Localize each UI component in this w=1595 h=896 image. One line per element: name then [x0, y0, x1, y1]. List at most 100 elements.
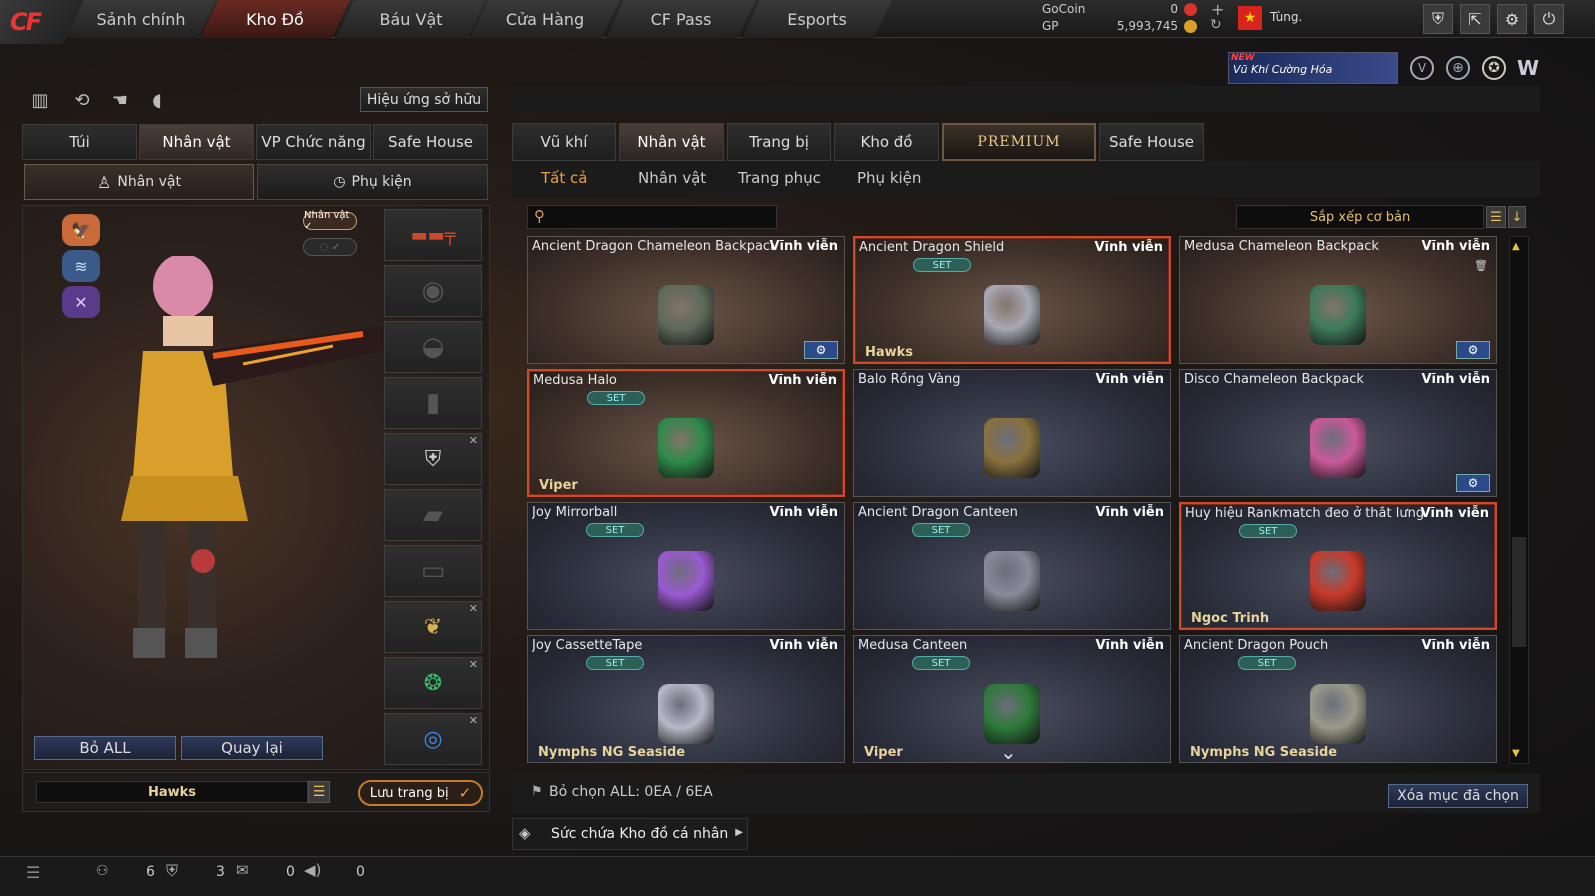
w-logo-icon[interactable]: W [1515, 56, 1541, 80]
close-icon[interactable]: ✕ [469, 714, 478, 727]
promo-banner[interactable]: NEW Vũ Khí Cường Hóa [1228, 52, 1398, 84]
speaker-icon[interactable]: ◀) [304, 861, 321, 879]
slot-accessory-1[interactable]: ❦ ✕ [384, 601, 482, 653]
gear-icon[interactable]: ⚙ [804, 341, 838, 359]
slot-accessory-3[interactable]: ◎ ✕ [384, 713, 482, 765]
right-tab-2[interactable]: Trang bị [727, 123, 831, 161]
scroll-up-icon[interactable]: ▲ [1512, 241, 1520, 252]
deselect-text[interactable]: Bỏ chọn ALL: 0EA / 6EA [549, 784, 713, 800]
sort-dropdown[interactable]: Sắp xếp cơ bản [1236, 205, 1484, 229]
item-card[interactable]: Disco Chameleon Backpack Vĩnh viễn ⚙ [1179, 369, 1497, 497]
search-input[interactable]: ⚲ [527, 205, 777, 229]
badge-icon[interactable]: ✪ [1482, 56, 1506, 80]
hand-icon[interactable]: ☚ [108, 88, 132, 112]
item-card[interactable]: Ancient Dragon Shield Vĩnh viễn SET Hawks [853, 236, 1171, 364]
right-subtab-1[interactable]: Nhân vật [638, 169, 706, 191]
power-icon[interactable]: ⏻ [1534, 4, 1564, 34]
refresh-icon[interactable]: ↻ [1210, 17, 1222, 33]
scroll-down-icon[interactable]: ▼ [1512, 748, 1520, 759]
search-icon: ⚲ [534, 207, 545, 225]
back-button[interactable]: Quay lại [181, 736, 323, 760]
nav-tab-0[interactable]: Sảnh chính [66, 0, 216, 38]
item-card[interactable]: Joy CassetteTape Vĩnh viễn SET Nymphs NG Se… [527, 635, 845, 763]
friends-icon[interactable]: ⚇ [96, 863, 109, 879]
character-badge[interactable]: Nhân vật ✓ [303, 210, 357, 232]
team-swat-icon[interactable]: ≋ [62, 250, 100, 282]
item-card[interactable]: Ancient Dragon Pouch Vĩnh viễn SET Nymphs N… [1179, 635, 1497, 763]
chevron-down-icon[interactable]: ⌄ [1000, 740, 1017, 764]
gear-icon[interactable]: ⚙ [1456, 341, 1490, 359]
gear-icon[interactable]: ⚙ [1456, 474, 1490, 492]
team-name-field[interactable]: Hawks [36, 781, 308, 803]
nav-tab-1[interactable]: Kho Đồ [200, 0, 350, 38]
globe-icon[interactable]: ⊕ [1446, 56, 1470, 80]
item-duration: Vĩnh viễn [769, 239, 838, 254]
item-card[interactable]: Ancient Dragon Chameleon Backpack Vĩnh vi… [527, 236, 845, 364]
mouse-icon[interactable]: ◖ [145, 88, 169, 112]
slot-back[interactable]: ▮ [384, 377, 482, 429]
owned-effects-button[interactable]: Hiệu ứng sở hữu [360, 87, 488, 112]
nav-tab-5[interactable]: Esports [742, 0, 892, 38]
trash-icon[interactable]: 🗑 [1474, 259, 1488, 272]
left-tab-0[interactable]: Túi [22, 124, 137, 160]
close-icon[interactable]: ✕ [469, 434, 478, 447]
right-subtab-0[interactable]: Tất cả [541, 169, 587, 191]
team-hawks-icon[interactable]: 🦅 [62, 214, 100, 246]
scroll-thumb[interactable] [1512, 537, 1526, 647]
list-view-icon[interactable]: ☰ [1486, 206, 1506, 228]
exit-room-icon[interactable]: ⇱ [1460, 4, 1490, 34]
chat-icon[interactable]: ✉ [236, 861, 249, 879]
subtab-character[interactable]: ♙ Nhân vật [24, 164, 254, 200]
save-loadout-button[interactable]: Lưu trang bị ✓ [358, 780, 483, 806]
slot-waist[interactable]: ▭ [384, 545, 482, 597]
history-icon[interactable]: ⟲ [70, 88, 94, 112]
item-image [1310, 418, 1366, 479]
right-tab-3[interactable]: Kho đồ [834, 123, 939, 161]
item-name: Ancient Dragon Shield [859, 240, 1005, 255]
list-icon[interactable]: ☰ [26, 863, 40, 882]
emblem-v-icon[interactable]: V [1410, 56, 1434, 80]
shield-icon[interactable]: ⛨ [1423, 4, 1453, 34]
slot-shield[interactable]: ⛨ ✕ [384, 433, 482, 485]
nav-tab-2[interactable]: Báu Vật [336, 0, 486, 38]
slot-weapon[interactable]: ▬▬╤ [384, 209, 482, 261]
user-name[interactable]: Tùng. [1270, 10, 1302, 24]
right-tab-1[interactable]: Nhân vật [619, 123, 724, 161]
slot-face[interactable]: ◒ [384, 321, 482, 373]
right-tab-5[interactable]: Safe House [1099, 123, 1204, 161]
item-card[interactable]: Balo Rồng Vàng Vĩnh viễn [853, 369, 1171, 497]
right-tab-4[interactable]: PREMIUM [942, 123, 1096, 161]
dragon-item-icon: ❦ [423, 614, 443, 640]
delete-selected-button[interactable]: Xóa mục đã chọn [1388, 784, 1528, 808]
close-icon[interactable]: ✕ [469, 602, 478, 615]
remove-all-button[interactable]: Bỏ ALL [34, 736, 176, 760]
gift-icon[interactable]: ▥ [28, 88, 52, 112]
accessory-icon: ◷ [333, 174, 346, 190]
gear-icon[interactable]: ⚙ [1497, 4, 1527, 34]
item-card[interactable]: Joy Mirrorball Vĩnh viễn SET [527, 502, 845, 630]
subtab-accessory[interactable]: ◷ Phụ kiện [257, 164, 488, 200]
left-tab-1[interactable]: Nhân vật [139, 124, 254, 160]
left-tab-3[interactable]: Safe House [373, 124, 488, 160]
item-card[interactable]: Huy hiệu Rankmatch đeo ở thắt lưng Vĩnh v… [1179, 502, 1497, 630]
scrollbar[interactable]: ▲ ▼ [1509, 236, 1529, 764]
item-card[interactable]: Ancient Dragon Canteen Vĩnh viễn SET [853, 502, 1171, 630]
slot-accessory-2[interactable]: ❂ ✕ [384, 657, 482, 709]
right-subtab-2[interactable]: Trang phục [738, 169, 821, 191]
slot-head[interactable]: ◉ [384, 265, 482, 317]
sort-direction-icon[interactable]: ↓ [1508, 206, 1526, 228]
menu-icon[interactable]: ☰ [308, 781, 330, 803]
team-bird-icon[interactable]: ✕ [62, 286, 100, 318]
nav-tab-4[interactable]: CF Pass [606, 0, 756, 38]
slot-body[interactable]: ▰ [384, 489, 482, 541]
capacity-panel[interactable]: ◈ Sức chứa Kho đồ cá nhân ▶ [512, 818, 748, 850]
left-tab-2[interactable]: VP Chức năng [256, 124, 371, 160]
clan-shield-icon[interactable]: ⛨ [166, 861, 178, 881]
item-card[interactable]: Medusa Chameleon Backpack Vĩnh viễn 🗑 ⚙ [1179, 236, 1497, 364]
right-subtab-3[interactable]: Phụ kiện [857, 169, 921, 191]
nav-tab-3[interactable]: Cửa Hàng [470, 0, 620, 38]
close-icon[interactable]: ✕ [469, 658, 478, 671]
item-card[interactable]: Medusa Halo Vĩnh viễn SET Viper [527, 369, 845, 497]
hide-toggle-icon[interactable]: ◌ ✓ [303, 238, 357, 256]
right-tab-0[interactable]: Vũ khí [512, 123, 616, 161]
